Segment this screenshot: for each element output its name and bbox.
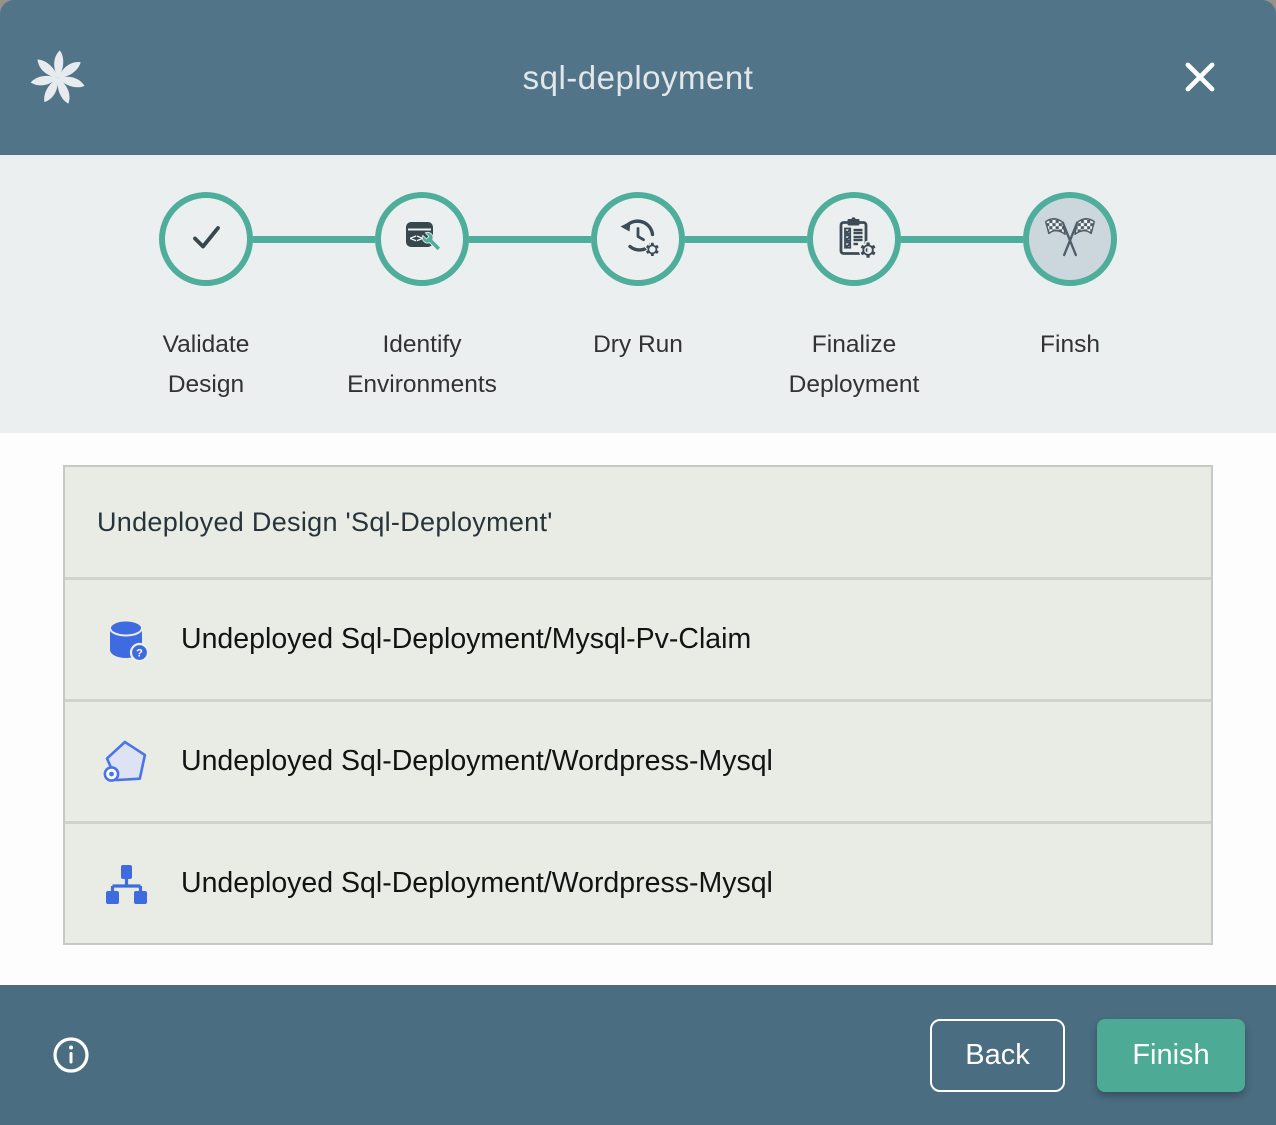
step-identify-environments[interactable]: <>: [375, 192, 469, 286]
status-row-wordpress-mysql-2: Undeployed Sql-Deployment/Wordpress-Mysq…: [65, 821, 1211, 943]
dry-run-icon: [614, 213, 662, 266]
step-label-finalize-deployment: Finalize Deployment: [746, 325, 962, 405]
titlebar: sql-deployment: [0, 0, 1276, 155]
panel-header-row: Undeployed Design 'Sql-Deployment': [65, 467, 1211, 577]
status-row-text: Undeployed Sql-Deployment/Wordpress-Mysq…: [181, 867, 773, 900]
stepper-connector: [685, 236, 807, 243]
svg-text:?: ?: [136, 647, 143, 659]
hierarchy-icon: [99, 857, 153, 911]
app-logo-icon: [28, 48, 88, 108]
step-finish[interactable]: [1023, 192, 1117, 286]
deployment-wizard-dialog: sql-deployment: [0, 0, 1276, 1125]
status-row-text: Undeployed Sql-Deployment/Wordpress-Mysq…: [181, 745, 773, 778]
back-button[interactable]: Back: [930, 1019, 1065, 1092]
step-label-identify-environments: Identify Environments: [314, 325, 530, 405]
panel-header-text: Undeployed Design 'Sql-Deployment': [97, 507, 553, 538]
stepper-labels: Validate Design Identify Environments Dr…: [98, 325, 1178, 405]
status-row-wordpress-mysql-1: Undeployed Sql-Deployment/Wordpress-Mysq…: [65, 699, 1211, 821]
stepper-connector: [253, 236, 375, 243]
step-label-dry-run: Dry Run: [530, 325, 746, 405]
info-button[interactable]: [52, 1036, 90, 1074]
step-label-validate-design: Validate Design: [98, 325, 314, 405]
dialog-title: sql-deployment: [523, 59, 754, 97]
code-wrench-icon: <>: [398, 213, 446, 266]
stepper-connector: [469, 236, 591, 243]
status-row-text: Undeployed Sql-Deployment/Mysql-Pv-Claim: [181, 623, 751, 656]
stepper-connector: [901, 236, 1023, 243]
step-finalize-deployment[interactable]: [807, 192, 901, 286]
footer-buttons: Back Finish: [930, 1019, 1245, 1092]
close-icon: [1178, 55, 1222, 102]
check-icon: [182, 213, 230, 266]
stepper-circles: <>: [159, 192, 1117, 286]
finish-button[interactable]: Finish: [1097, 1019, 1245, 1092]
status-row-mysql-pv-claim: ? Undeployed Sql-Deployment/Mysql-Pv-Cla…: [65, 577, 1211, 699]
step-label-finish: Finsh: [962, 325, 1178, 405]
svg-text:<>: <>: [410, 231, 424, 245]
database-icon: ?: [99, 613, 153, 667]
info-icon: [52, 1062, 90, 1077]
checkered-flags-icon: [1043, 213, 1097, 266]
stepper: <>: [0, 155, 1276, 433]
deployment-status-panel: Undeployed Design 'Sql-Deployment' ? Und…: [63, 465, 1213, 945]
close-button[interactable]: [1176, 54, 1224, 102]
clipboard-gear-icon: [830, 213, 878, 266]
pentagon-icon: [99, 735, 153, 789]
content-area: Undeployed Design 'Sql-Deployment' ? Und…: [0, 433, 1276, 985]
step-dry-run[interactable]: [591, 192, 685, 286]
step-validate-design[interactable]: [159, 192, 253, 286]
footer-bar: Back Finish: [0, 985, 1276, 1125]
